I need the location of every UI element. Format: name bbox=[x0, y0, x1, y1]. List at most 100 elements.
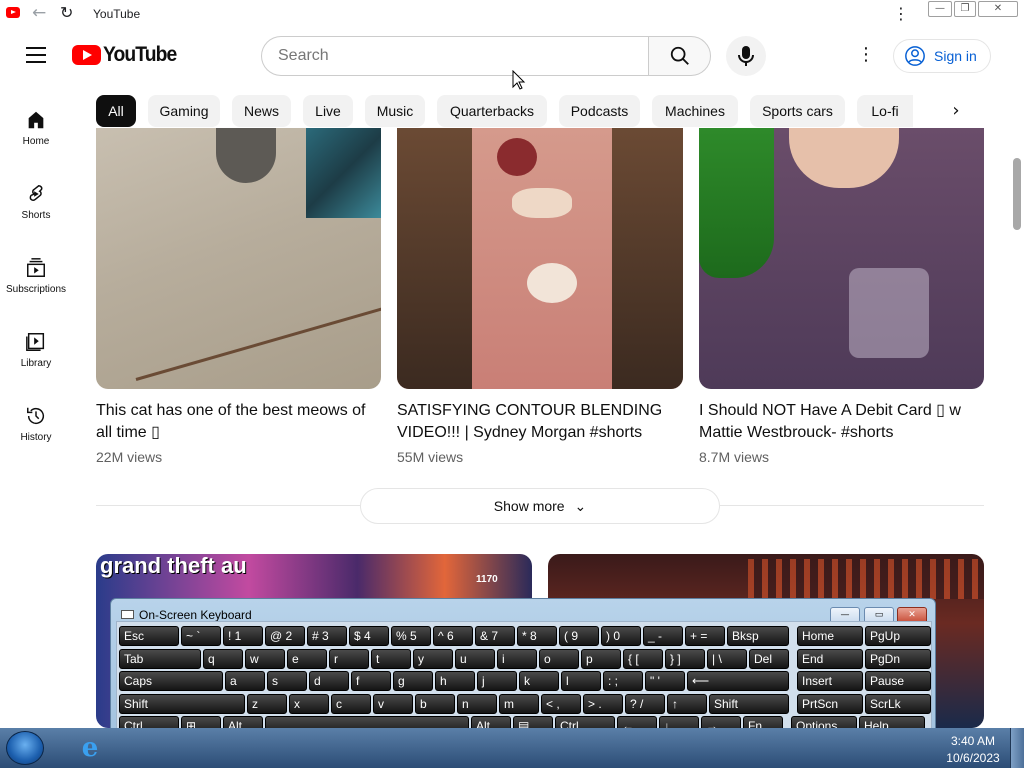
show-desktop-button[interactable] bbox=[1010, 728, 1024, 768]
search-input[interactable] bbox=[261, 36, 649, 76]
osk-key[interactable]: * 8 bbox=[517, 626, 557, 646]
osk-key[interactable]: a bbox=[225, 671, 265, 691]
osk-key[interactable]: @ 2 bbox=[265, 626, 305, 646]
osk-key[interactable]: > . bbox=[583, 693, 623, 714]
osk-key[interactable]: b bbox=[415, 693, 455, 714]
hamburger-menu-icon[interactable] bbox=[26, 47, 46, 63]
close-button[interactable]: ✕ bbox=[978, 1, 1018, 17]
video-title[interactable]: This cat has one of the best meows of al… bbox=[96, 400, 381, 444]
osk-key[interactable]: Tab bbox=[119, 648, 201, 669]
chip-all[interactable]: All bbox=[96, 95, 136, 127]
internet-explorer-icon[interactable]: e bbox=[73, 733, 107, 763]
chip-machines[interactable]: Machines bbox=[652, 95, 738, 127]
osk-key[interactable]: g bbox=[393, 671, 433, 691]
chip-lo-fi[interactable]: Lo-fi bbox=[857, 95, 913, 127]
osk-key[interactable]: Shift bbox=[709, 693, 789, 714]
start-button-icon[interactable] bbox=[6, 731, 44, 765]
osk-key[interactable]: y bbox=[413, 648, 453, 669]
osk-key[interactable]: u bbox=[455, 648, 495, 669]
sidebar-item-library[interactable]: Library bbox=[0, 326, 72, 400]
maximize-button[interactable]: ❐ bbox=[954, 1, 976, 17]
minimize-button[interactable]: — bbox=[928, 1, 952, 17]
osk-key[interactable]: x bbox=[289, 693, 329, 714]
osk-key[interactable]: f bbox=[351, 671, 391, 691]
osk-key[interactable]: End bbox=[797, 648, 863, 669]
sidebar-item-history[interactable]: History bbox=[0, 400, 72, 474]
osk-key[interactable]: Pause bbox=[865, 671, 931, 691]
osk-key[interactable]: PrtScn bbox=[797, 693, 863, 714]
osk-key[interactable]: ) 0 bbox=[601, 626, 641, 646]
sidebar-item-shorts[interactable]: Shorts bbox=[0, 178, 72, 252]
page-scrollbar[interactable] bbox=[1011, 140, 1024, 768]
video-title[interactable]: I Should NOT Have A Debit Card ▯ w Matti… bbox=[699, 400, 984, 444]
chip-quarterbacks[interactable]: Quarterbacks bbox=[437, 95, 547, 127]
video-thumbnail-contour[interactable] bbox=[397, 128, 683, 389]
osk-key[interactable]: m bbox=[499, 693, 539, 714]
osk-key[interactable]: Bksp bbox=[727, 626, 789, 646]
osk-key[interactable]: ^ 6 bbox=[433, 626, 473, 646]
osk-key[interactable]: ~ ` bbox=[181, 626, 221, 646]
osk-key[interactable]: w bbox=[245, 648, 285, 669]
osk-key[interactable]: ⟵ bbox=[687, 671, 789, 691]
youtube-logo-icon[interactable] bbox=[72, 45, 101, 65]
osk-key[interactable]: i bbox=[497, 648, 537, 669]
osk-key[interactable]: ( 9 bbox=[559, 626, 599, 646]
osk-key[interactable]: h bbox=[435, 671, 475, 691]
chip-gaming[interactable]: Gaming bbox=[148, 95, 220, 127]
osk-key[interactable]: o bbox=[539, 648, 579, 669]
settings-more-icon[interactable]: ⋮ bbox=[857, 44, 875, 68]
video-thumbnail-debit-card[interactable] bbox=[699, 128, 984, 389]
osk-key[interactable]: s bbox=[267, 671, 307, 691]
osk-key[interactable]: } ] bbox=[665, 648, 705, 669]
osk-key[interactable]: $ 4 bbox=[349, 626, 389, 646]
browser-menu-icon[interactable]: ⋮ bbox=[893, 4, 909, 23]
osk-key[interactable]: | \ bbox=[707, 648, 747, 669]
chip-live[interactable]: Live bbox=[303, 95, 353, 127]
osk-key[interactable]: Esc bbox=[119, 626, 179, 646]
youtube-logo-text[interactable]: YouTube bbox=[103, 43, 177, 67]
osk-key[interactable]: _ - bbox=[643, 626, 683, 646]
reload-icon[interactable]: ↻ bbox=[60, 3, 73, 22]
osk-key[interactable]: % 5 bbox=[391, 626, 431, 646]
osk-key[interactable]: c bbox=[331, 693, 371, 714]
chip-podcasts[interactable]: Podcasts bbox=[559, 95, 640, 127]
osk-key[interactable]: t bbox=[371, 648, 411, 669]
osk-key[interactable]: { [ bbox=[623, 648, 663, 669]
osk-key[interactable]: < , bbox=[541, 693, 581, 714]
osk-key[interactable]: z bbox=[247, 693, 287, 714]
osk-key[interactable]: : ; bbox=[603, 671, 643, 691]
sidebar-item-subscriptions[interactable]: Subscriptions bbox=[0, 252, 72, 326]
chip-news[interactable]: News bbox=[232, 95, 291, 127]
osk-key[interactable]: r bbox=[329, 648, 369, 669]
show-more-button[interactable]: Show more ⌄ bbox=[360, 488, 720, 524]
osk-key[interactable]: ! 1 bbox=[223, 626, 263, 646]
osk-key[interactable]: n bbox=[457, 693, 497, 714]
osk-key[interactable]: v bbox=[373, 693, 413, 714]
osk-key[interactable]: Insert bbox=[797, 671, 863, 691]
chevron-right-icon[interactable]: › bbox=[940, 95, 972, 127]
video-title[interactable]: SATISFYING CONTOUR BLENDING VIDEO!!! | S… bbox=[397, 400, 682, 444]
voice-search-button[interactable] bbox=[726, 36, 766, 76]
osk-key[interactable]: Home bbox=[797, 626, 863, 646]
osk-key[interactable]: PgDn bbox=[865, 648, 931, 669]
osk-key[interactable]: q bbox=[203, 648, 243, 669]
video-thumbnail-cat[interactable] bbox=[96, 128, 381, 389]
osk-key[interactable]: j bbox=[477, 671, 517, 691]
osk-key[interactable]: p bbox=[581, 648, 621, 669]
back-arrow-icon[interactable]: ← bbox=[32, 3, 46, 23]
osk-key[interactable]: Del bbox=[749, 648, 789, 669]
osk-key[interactable]: d bbox=[309, 671, 349, 691]
chip-sports-cars[interactable]: Sports cars bbox=[750, 95, 845, 127]
osk-key[interactable]: Caps bbox=[119, 671, 223, 691]
sign-in-button[interactable]: Sign in bbox=[893, 39, 991, 73]
osk-key[interactable]: PgUp bbox=[865, 626, 931, 646]
osk-key[interactable]: ↑ bbox=[667, 693, 707, 714]
osk-key[interactable]: # 3 bbox=[307, 626, 347, 646]
osk-key[interactable]: l bbox=[561, 671, 601, 691]
osk-key[interactable]: + = bbox=[685, 626, 725, 646]
osk-key[interactable]: ScrLk bbox=[865, 693, 931, 714]
osk-key[interactable]: Shift bbox=[119, 693, 245, 714]
osk-key[interactable]: & 7 bbox=[475, 626, 515, 646]
sidebar-item-home[interactable]: Home bbox=[0, 104, 72, 178]
osk-key[interactable]: " ' bbox=[645, 671, 685, 691]
